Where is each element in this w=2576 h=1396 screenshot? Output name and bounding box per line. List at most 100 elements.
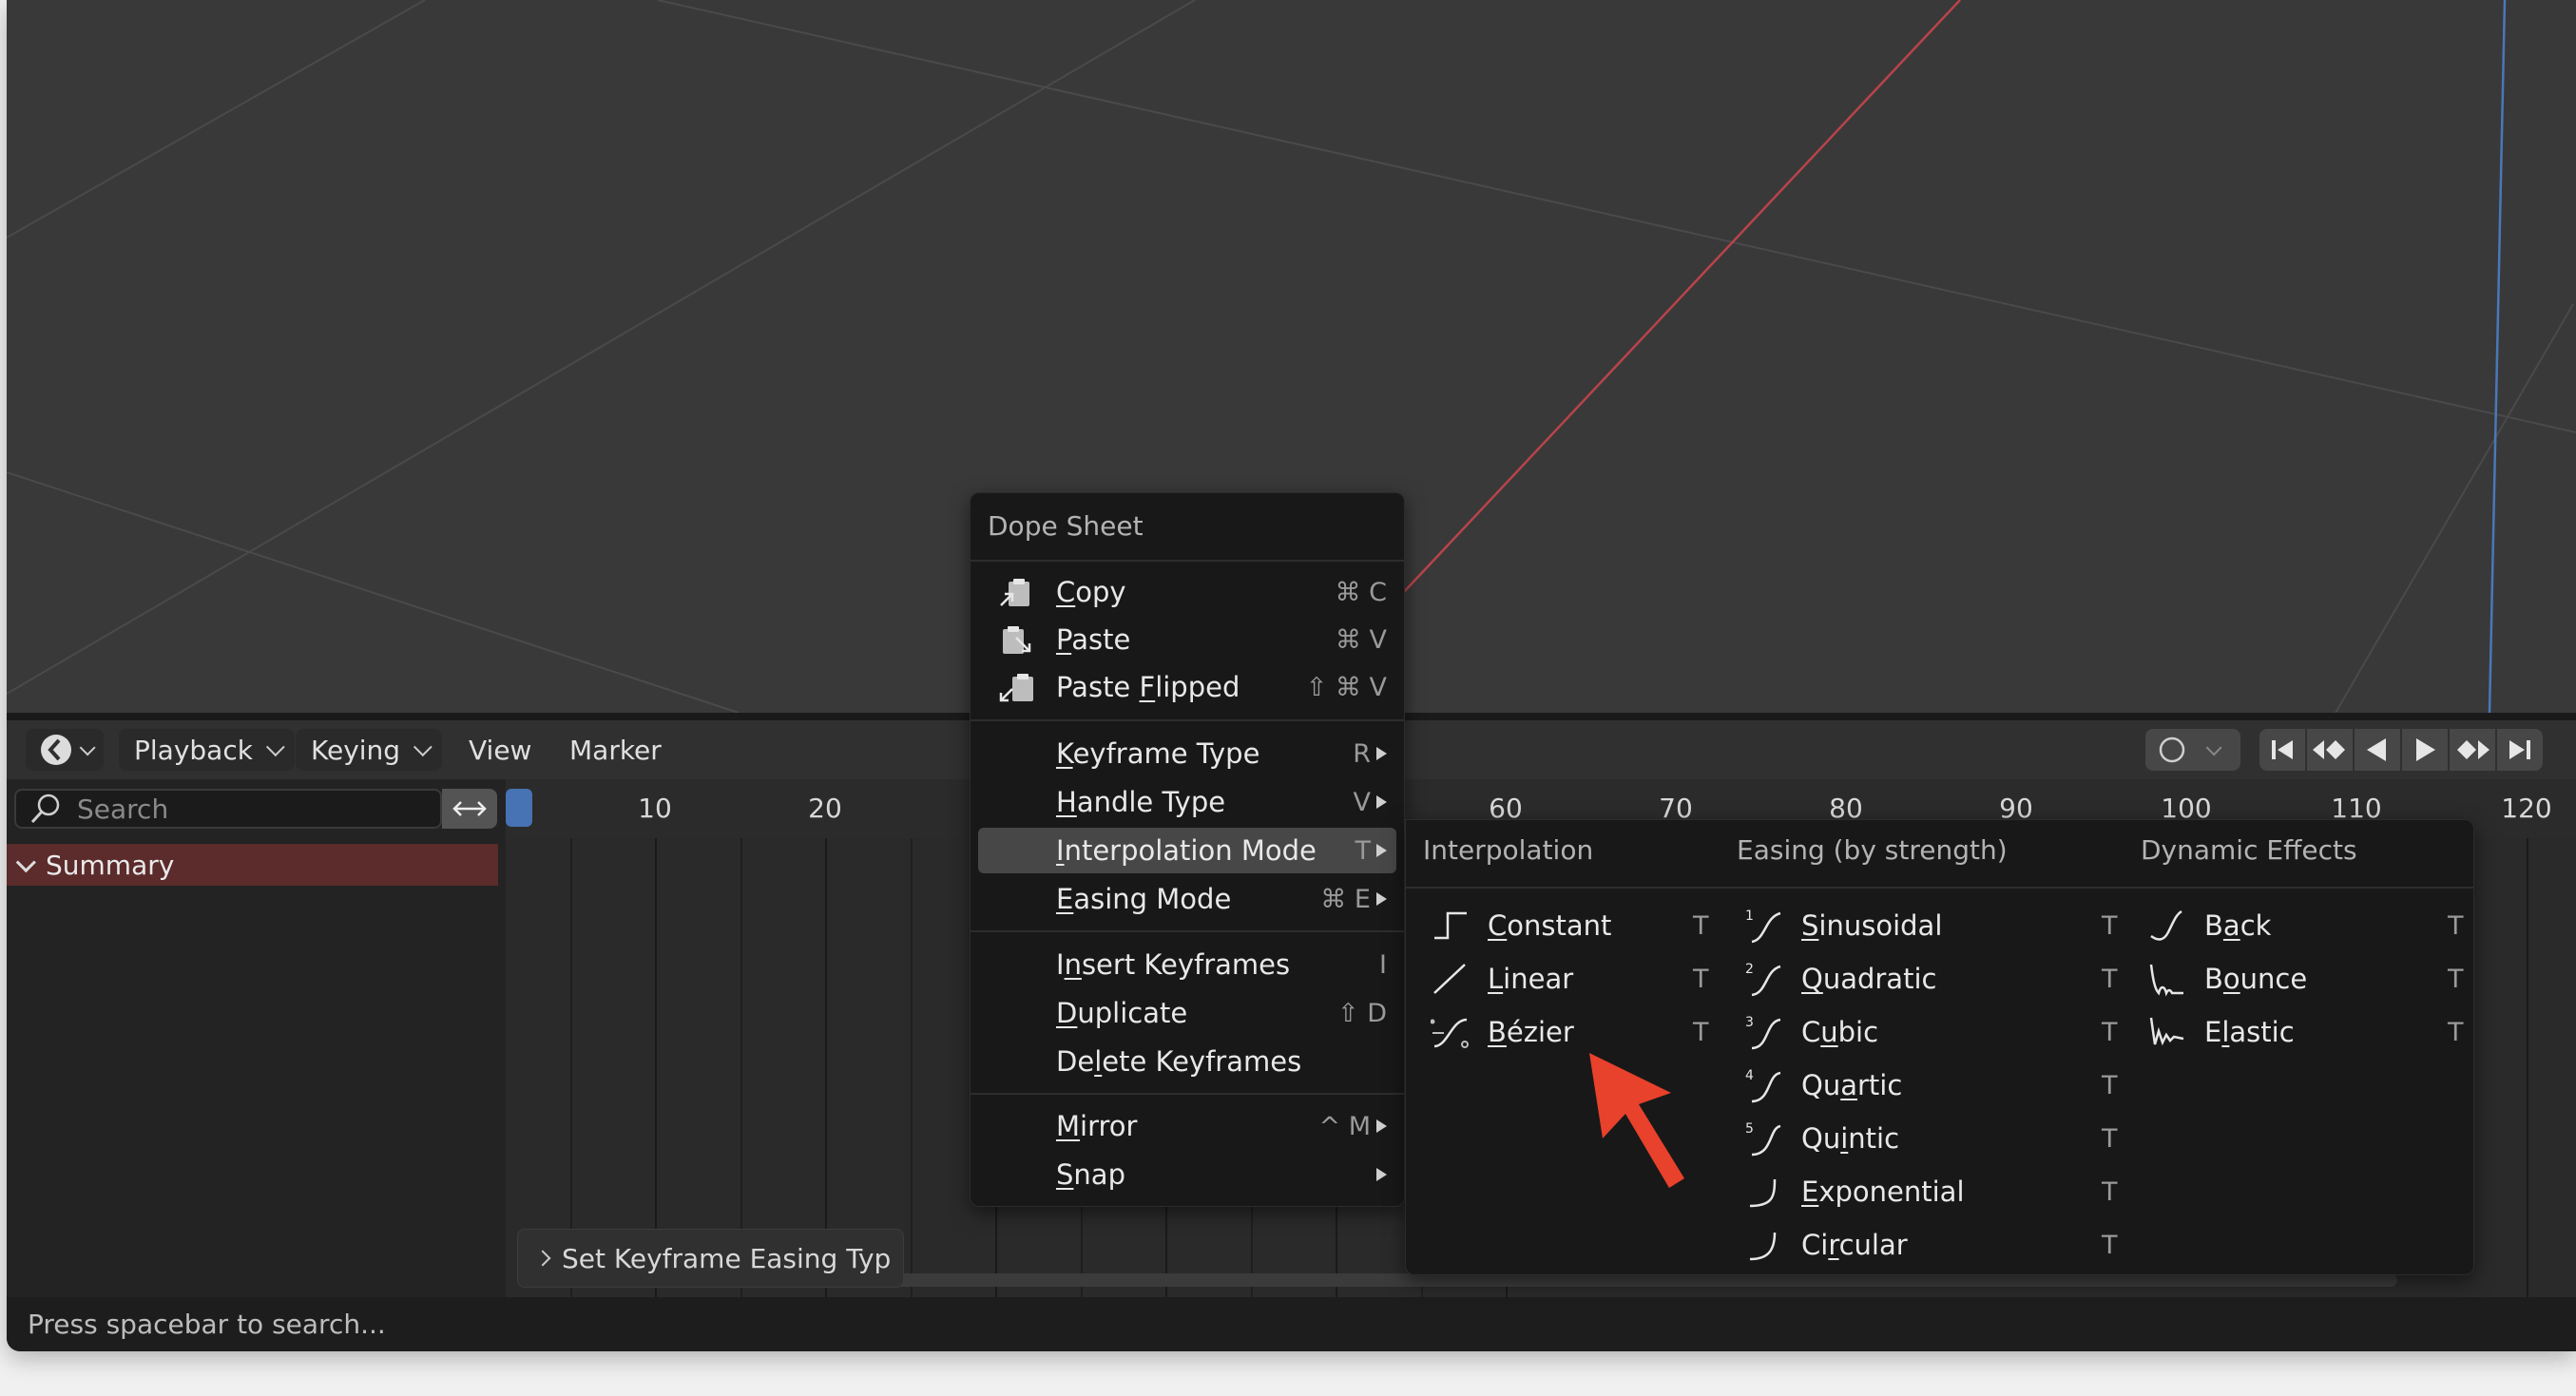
shortcut-label: T [2102,1070,2118,1100]
elastic-easing-icon [2149,1017,2184,1046]
menu-item-label: Quintic [1801,1122,1900,1155]
submenu-arrow-icon [1376,1119,1387,1133]
menu-item-duplicate[interactable]: Duplicate ⇧ D [978,990,1396,1036]
shortcut-label: T [2102,1123,2118,1154]
adjust-last-operation-panel[interactable]: Set Keyframe Easing Typ [517,1229,904,1288]
summary-channel[interactable]: Summary [7,844,498,886]
menu-item-insert-keyframes[interactable]: Insert Keyframes I [978,942,1396,987]
menu-item-label: Duplicate [1056,997,1188,1029]
menu-item-label: Back [2204,909,2272,942]
chevron-down-icon[interactable] [15,851,36,872]
menu-item-mirror[interactable]: Mirror ^ M [978,1103,1396,1149]
shortcut-label: I [1379,949,1387,980]
menu-item-handle-type[interactable]: Handle Type V [978,779,1396,825]
auto-keying-toggle[interactable] [2145,729,2240,771]
search-input[interactable] [75,792,421,826]
menu-item-exponential[interactable]: Exponential T [1744,1168,2118,1215]
shortcut-label: V [1354,788,1387,817]
bounce-easing-icon [2149,964,2183,997]
shortcut-label: ⇧ D [1337,998,1387,1028]
play-button[interactable] [2402,729,2448,771]
grid-line [2527,838,2528,1297]
menu-item-delete-keyframes[interactable]: Delete Keyframes [978,1039,1396,1084]
menu-item-keyframe-type[interactable]: Keyframe Type R [978,731,1396,776]
play-icon [2416,738,2435,761]
shortcut-label: ⌘ E [1320,885,1387,914]
menu-item-sinusoidal[interactable]: 1 Sinusoidal T [1744,902,2118,949]
shortcut-label [1376,1168,1387,1181]
menu-item-back[interactable]: Back T [2147,902,2464,949]
column-header-dynamic-effects: Dynamic Effects [2141,834,2357,866]
menu-item-quintic[interactable]: 5 Quintic T [1744,1115,2118,1162]
shortcut-label: T [1693,964,1709,994]
swap-filter-button[interactable] [442,789,497,829]
linear-interpolation-icon [1433,964,1466,994]
svg-text:4: 4 [1745,1068,1754,1083]
shortcut-label: ⇧ ⌘ V [1305,672,1387,702]
keying-menu[interactable]: Keying [296,729,443,771]
marker-menu[interactable]: Marker [554,729,677,771]
status-bar: Press spacebar to search... [7,1297,2576,1351]
jump-end-button[interactable] [2497,729,2543,771]
submenu-arrow-icon [1376,892,1387,906]
channel-search [14,789,442,829]
view-menu[interactable]: View [453,729,547,771]
menu-item-label: Keyframe Type [1056,737,1260,770]
menu-title: Dope Sheet [988,510,1144,542]
shortcut-label: ^ M [1318,1112,1387,1141]
back-easing-icon [2150,909,2182,941]
menu-item-label: Linear [1488,963,1574,995]
menu-item-easing-mode[interactable]: Easing Mode ⌘ E [978,876,1396,922]
jump-end-icon [2509,740,2530,759]
horizontal-scrollbar[interactable] [686,1273,2397,1287]
menu-item-circular[interactable]: Circular T [1744,1221,2118,1269]
menu-item-label: Delete Keyframes [1056,1045,1302,1078]
svg-text:2: 2 [1745,962,1754,977]
summary-label: Summary [46,849,175,881]
quintic-easing-icon: 5 [1745,1121,1781,1157]
dopesheet-context-menu: Dope Sheet Copy ⌘ C Paste ⌘ V Paste Flip… [970,492,1405,1207]
shortcut-label: T [2448,1017,2464,1047]
menu-item-label: Insert Keyframes [1056,948,1291,981]
menu-item-label: Snap [1056,1158,1125,1191]
current-frame-indicator[interactable] [506,789,532,827]
submenu-arrow-icon [1376,844,1387,857]
jump-prev-keyframe-button[interactable] [2307,729,2353,771]
menu-separator [971,930,1404,932]
shortcut-label: T [2102,1017,2118,1047]
menu-item-paste-flipped[interactable]: Paste Flipped ⇧ ⌘ V [978,664,1396,710]
constant-interpolation-icon [1434,911,1467,940]
view-label: View [469,734,532,766]
quadratic-easing-icon: 2 [1745,962,1781,997]
menu-item-elastic[interactable]: Elastic T [2147,1008,2464,1056]
menu-item-paste[interactable]: Paste ⌘ V [978,617,1396,662]
menu-item-constant[interactable]: Constant T [1431,902,1709,949]
double-arrow-icon [452,801,487,816]
jump-next-keyframe-button[interactable] [2450,729,2495,771]
search-icon [30,794,60,824]
play-reverse-button[interactable] [2355,729,2400,771]
menu-item-copy[interactable]: Copy ⌘ C [978,569,1396,615]
editor-type-button[interactable] [26,729,104,771]
jump-start-button[interactable] [2259,729,2305,771]
menu-item-cubic[interactable]: 3 Cubic T [1744,1008,2118,1056]
menu-item-label: Exponential [1801,1176,1965,1208]
shortcut-label: T [1693,1017,1709,1047]
menu-item-bounce[interactable]: Bounce T [2147,955,2464,1003]
menu-item-interpolation-mode[interactable]: Interpolation Mode T [978,828,1396,873]
chevron-down-icon [2205,739,2222,756]
status-text: Press spacebar to search... [28,1309,386,1340]
menu-item-quadratic[interactable]: 2 Quadratic T [1744,955,2118,1003]
shortcut-label: T [2448,910,2464,941]
menu-item-quartic[interactable]: 4 Quartic T [1744,1061,2118,1109]
menu-item-label: Bézier [1488,1016,1574,1048]
submenu-arrow-icon [1376,747,1387,760]
interpolation-mode-submenu: Interpolation Easing (by strength) Dynam… [1405,819,2474,1275]
menu-item-snap[interactable]: Snap [978,1152,1396,1197]
playback-menu[interactable]: Playback [119,729,295,771]
menu-separator [971,1093,1404,1095]
menu-item-label: Copy [1056,576,1126,608]
grid-line [911,838,913,1297]
menu-item-linear[interactable]: Linear T [1431,955,1709,1003]
shortcut-label: T [2102,910,2118,941]
